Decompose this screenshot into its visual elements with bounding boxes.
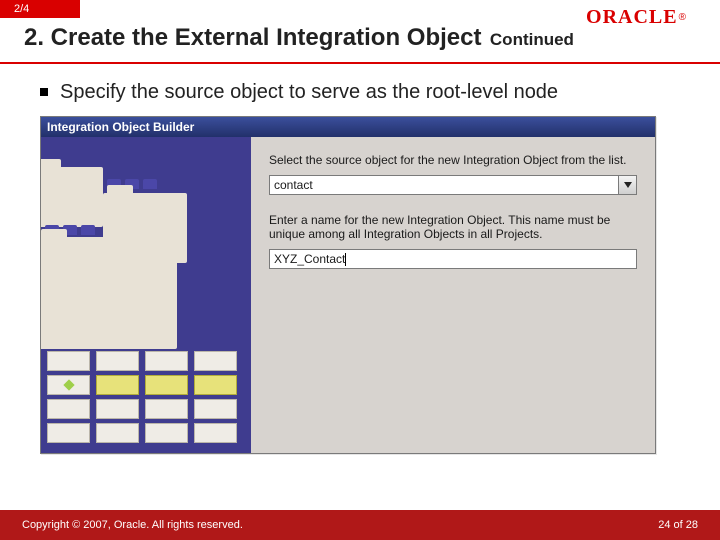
dialog-title: Integration Object Builder xyxy=(47,120,194,134)
progress-badge: 2/4 xyxy=(0,0,80,18)
text-caret xyxy=(345,253,346,266)
chevron-down-icon xyxy=(624,182,632,188)
dropdown-button[interactable] xyxy=(619,175,637,195)
spreadsheet-graphic xyxy=(47,351,237,443)
integration-object-name-input[interactable]: XYZ_Contact xyxy=(269,249,637,269)
bullet-text: Specify the source object to serve as th… xyxy=(60,80,558,105)
folder-icon xyxy=(41,167,103,227)
folder-icon xyxy=(41,237,177,349)
integration-object-dialog: Integration Object Builder Select the so… xyxy=(40,116,656,454)
slide-title: 2. Create the External Integration Objec… xyxy=(24,24,481,51)
bullet-icon xyxy=(40,88,48,96)
source-object-dropdown[interactable]: contact xyxy=(269,175,637,195)
wizard-graphic-pane xyxy=(41,137,251,453)
name-input-value: XYZ_Contact xyxy=(274,252,345,266)
title-underline xyxy=(0,62,720,64)
dialog-titlebar: Integration Object Builder xyxy=(41,117,655,137)
slide-title-area: 2. Create the External Integration Objec… xyxy=(24,24,696,52)
source-object-label: Select the source object for the new Int… xyxy=(269,153,637,167)
bullet-item: Specify the source object to serve as th… xyxy=(40,80,680,105)
wizard-form-pane: Select the source object for the new Int… xyxy=(251,137,655,453)
slide-title-continued: Continued xyxy=(490,30,574,49)
copyright-text: Copyright © 2007, Oracle. All rights res… xyxy=(22,519,243,531)
name-input-label: Enter a name for the new Integration Obj… xyxy=(269,213,637,241)
registered-mark: ® xyxy=(679,12,686,23)
dialog-body: Select the source object for the new Int… xyxy=(41,137,655,453)
page-number: 24 of 28 xyxy=(658,519,698,531)
progress-text: 2/4 xyxy=(14,3,29,15)
source-object-value[interactable]: contact xyxy=(269,175,619,195)
slide-footer: Copyright © 2007, Oracle. All rights res… xyxy=(0,510,720,540)
